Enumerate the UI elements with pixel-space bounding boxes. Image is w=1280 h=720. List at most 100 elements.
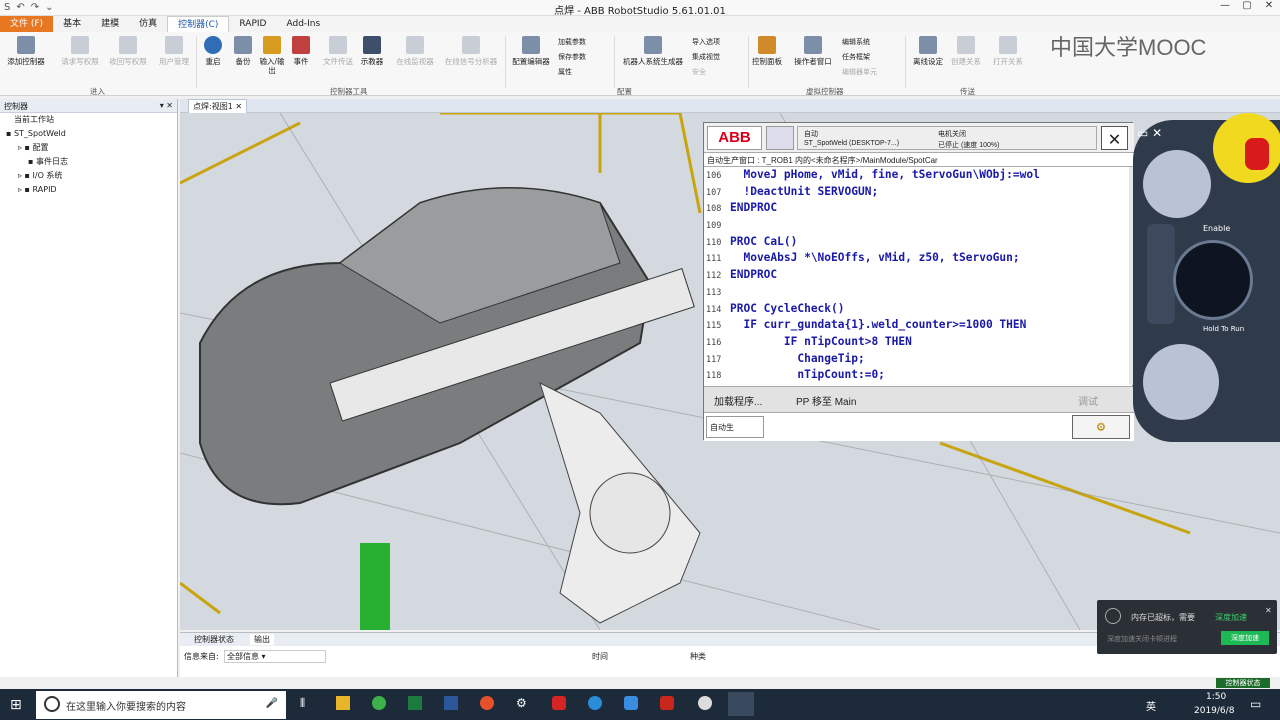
clock-date[interactable]: 2019/6/8 (1194, 706, 1234, 716)
file-transfer-button[interactable]: 文件传送 (316, 36, 360, 66)
code-line[interactable]: 108 ENDPROC (704, 200, 1129, 217)
excel-icon[interactable] (408, 696, 422, 710)
ime-indicator[interactable]: 英 (1146, 698, 1156, 713)
code-line[interactable]: 110 PROC CaL() (704, 234, 1129, 251)
side-keys[interactable] (1147, 224, 1175, 324)
editor-unit-button[interactable]: 编辑器单元 (842, 68, 902, 77)
operator-window-button[interactable]: 操作者窗口 (788, 36, 838, 66)
integrated-vision-button[interactable]: 集成视觉 (692, 53, 752, 62)
type-column[interactable]: 种类 (690, 651, 706, 662)
tree-item-rapid[interactable]: ▹ ▪ RAPID (0, 183, 177, 197)
code-line[interactable]: 118 nTipCount:=0; (704, 367, 1129, 384)
tree-item-io[interactable]: ▹ ▪ I/O 系统 (0, 169, 177, 183)
code-line[interactable]: 114 PROC CycleCheck() (704, 301, 1129, 318)
settings-icon[interactable]: ⚙ (516, 696, 527, 710)
online-monitor-button[interactable]: 在线监视器 (390, 36, 440, 66)
request-write-button[interactable]: 请求写权限 (58, 36, 102, 66)
tab-addins[interactable]: Add-Ins (276, 16, 330, 32)
run-buttons[interactable] (1143, 344, 1219, 420)
properties-button[interactable]: 属性 (558, 68, 618, 77)
app-icon-blue[interactable] (624, 696, 638, 710)
code-line[interactable]: 107 !DeactUnit SERVOGUN; (704, 184, 1129, 201)
abb-menu-button[interactable]: ABB (707, 126, 762, 150)
task-view-icon[interactable]: ⫴ (300, 696, 305, 711)
code-line[interactable]: 117 ChangeTip; (704, 351, 1129, 368)
tab-rapid[interactable]: RAPID (229, 16, 276, 32)
edit-system-button[interactable]: 编辑系统 (842, 38, 902, 47)
maximize-button[interactable]: ▢ (1236, 0, 1258, 16)
status-bar[interactable]: 自动 ST_SpotWeld (DESKTOP-7...) 电机关闭 已停止 (… (797, 126, 1097, 150)
joystick[interactable] (1173, 240, 1253, 320)
app-icon-red2[interactable] (660, 696, 674, 710)
code-line[interactable]: 113 (704, 284, 1129, 301)
pp-to-main-button[interactable]: PP 移至 Main (796, 393, 856, 408)
config-editor-button[interactable]: 配置编辑器 (508, 36, 554, 66)
create-relation-button[interactable]: 创建关系 (946, 36, 986, 66)
close-button[interactable]: ✕ (1258, 0, 1280, 16)
word-icon[interactable] (444, 696, 458, 710)
tab-modeling[interactable]: 建模 (91, 16, 129, 32)
flexpendant-button[interactable]: 示教器 (356, 36, 388, 66)
io-button[interactable]: 输入/输出 (258, 36, 286, 75)
emergency-stop-button[interactable] (1245, 138, 1269, 170)
qq-icon[interactable] (588, 696, 602, 710)
save-params-button[interactable]: 保存参数 (558, 53, 618, 62)
backup-button[interactable]: 备份 (228, 36, 258, 66)
wechat-icon[interactable] (372, 696, 386, 710)
load-params-button[interactable]: 加载参数 (558, 38, 618, 47)
tree-item-system[interactable]: ▪ ST_SpotWeld (0, 127, 177, 141)
system-builder-button[interactable]: 机器人系统生成器 (618, 36, 688, 66)
key-cluster[interactable] (1143, 150, 1211, 218)
notice-close-icon[interactable]: ✕ (1265, 606, 1272, 615)
tab-controller[interactable]: 控制器(C) (167, 16, 230, 32)
close-icon[interactable]: ✕ (1101, 126, 1128, 150)
open-relation-button[interactable]: 打开关系 (988, 36, 1028, 66)
code-line[interactable]: 106 MoveJ pHome, vMid, fine, tServoGun\W… (704, 167, 1129, 184)
notice-link[interactable]: 深度加速 (1215, 612, 1247, 623)
tab-controller-status[interactable]: 控制器状态 (194, 634, 234, 645)
windows-start-icon[interactable]: ⊞ (10, 697, 22, 713)
control-panel-button[interactable]: 控制面板 (748, 36, 786, 66)
signal-analyzer-button[interactable]: 在线信号分析器 (440, 36, 502, 66)
tree-item-station[interactable]: 当前工作站 (0, 113, 177, 127)
notification-icon[interactable]: ▭ (1250, 697, 1261, 711)
tab-output[interactable]: 输出 (250, 634, 274, 645)
tree-item-eventlog[interactable]: ▪ 事件日志 (0, 155, 177, 169)
boost-button[interactable]: 深度加速 (1221, 631, 1269, 645)
code-line[interactable]: 111 MoveAbsJ *\NoEOffs, vMid, z50, tServ… (704, 250, 1129, 267)
minimize-button[interactable]: — (1214, 0, 1236, 16)
tree-item-config[interactable]: ▹ ▪ 配置 (0, 141, 177, 155)
restart-button[interactable]: 重启 (198, 36, 228, 66)
program-code[interactable]: 106 MoveJ pHome, vMid, fine, tServoGun\W… (704, 167, 1129, 385)
code-line[interactable]: 112 ENDPROC (704, 267, 1129, 284)
safety-button[interactable]: 安全 (692, 68, 752, 77)
code-line[interactable]: 109 (704, 217, 1129, 234)
auto-production-task[interactable]: 自动生 (706, 416, 764, 438)
app-icon-gray[interactable] (698, 696, 712, 710)
offline-settings-button[interactable]: 离线设定 (908, 36, 948, 66)
app-icon-red[interactable] (552, 696, 566, 710)
panel-pin-icon[interactable]: ▾ ✕ (160, 101, 173, 110)
tab-file[interactable]: 文件 (F) (0, 16, 54, 32)
task-frame-button[interactable]: 任务框架 (842, 53, 902, 62)
robotstudio-taskbar-icon[interactable] (728, 692, 754, 716)
load-program-button[interactable]: 加载程序... (714, 393, 762, 408)
add-controller-button[interactable]: 添加控制器 (4, 36, 48, 66)
code-line[interactable]: 115 IF curr_gundata{1}.weld_counter>=100… (704, 317, 1129, 334)
time-column[interactable]: 时间 (592, 651, 608, 662)
user-management-button[interactable]: 用户管理 (152, 36, 196, 66)
clock-time[interactable]: 1:50 (1206, 692, 1226, 702)
code-line[interactable]: 116 IF nTipCount>8 THEN (704, 334, 1129, 351)
file-explorer-icon[interactable] (336, 696, 350, 710)
browser-icon[interactable] (480, 696, 494, 710)
tab-view1[interactable]: 点焊:视图1 ✕ (188, 99, 248, 113)
controller-status-indicator[interactable]: 控制器状态 (1216, 678, 1270, 688)
import-options-button[interactable]: 导入选项 (692, 38, 752, 47)
events-button[interactable]: 事件 (286, 36, 316, 66)
release-write-button[interactable]: 收回写权限 (106, 36, 150, 66)
tpu-close-icon[interactable]: ▭ ✕ (1137, 126, 1162, 140)
taskbar-search-input[interactable]: 在这里输入你要搜索的内容 🎤 (36, 691, 286, 719)
microphone-icon[interactable]: 🎤 (266, 698, 278, 709)
tab-simulation[interactable]: 仿真 (129, 16, 167, 32)
tab-home[interactable]: 基本 (53, 16, 91, 32)
